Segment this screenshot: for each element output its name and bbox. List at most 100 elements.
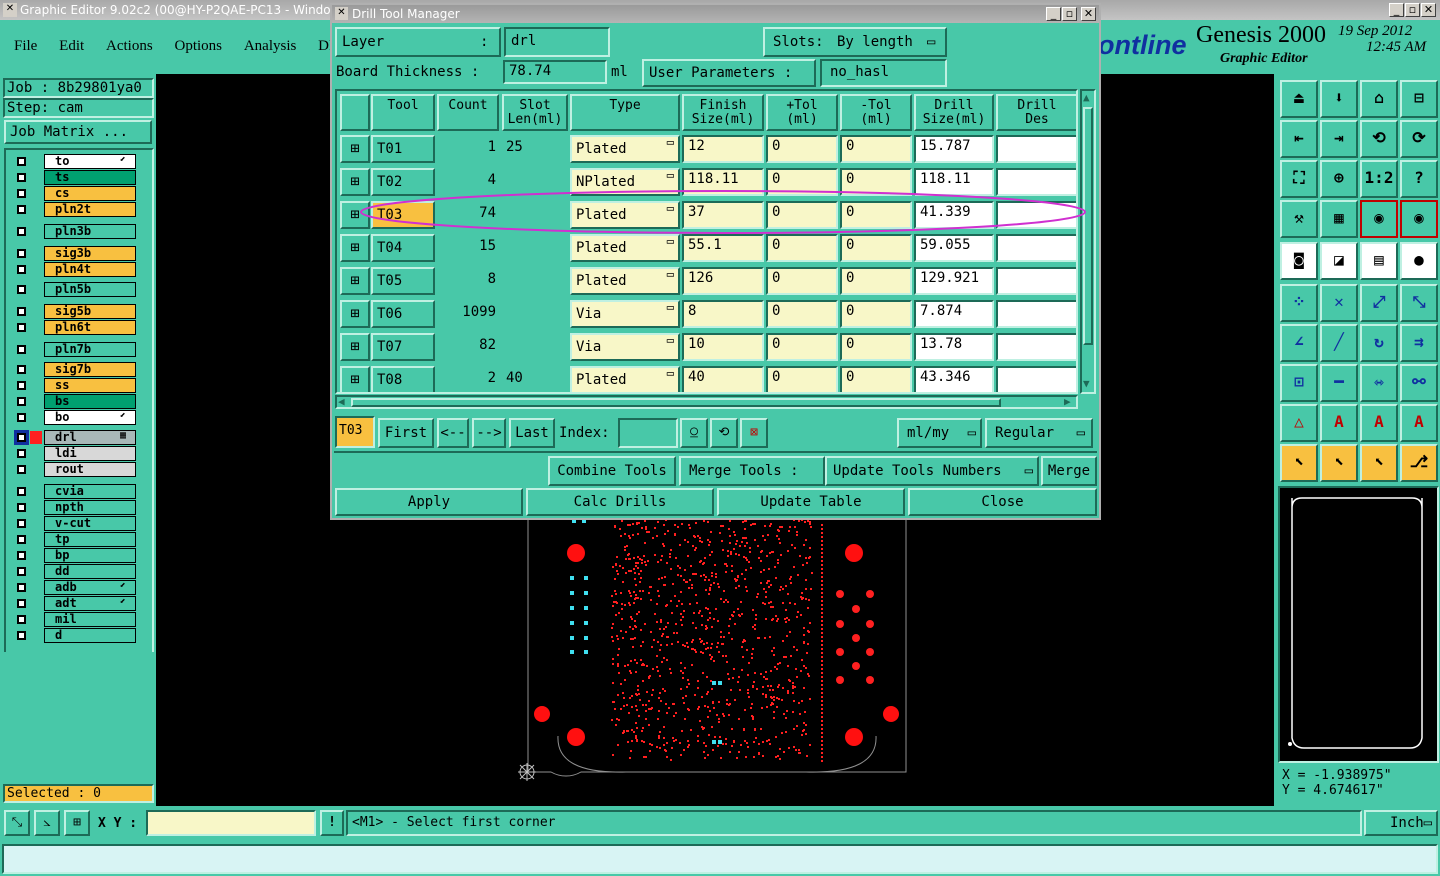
- shape-icon[interactable]: ◪: [1320, 242, 1358, 280]
- input-minus-tol[interactable]: 0: [840, 333, 912, 361]
- layer-checkbox[interactable]: [14, 580, 29, 595]
- layer-name[interactable]: sig5b: [44, 304, 136, 319]
- layer-checkbox[interactable]: [14, 628, 29, 643]
- layer-name[interactable]: npth: [44, 500, 136, 515]
- parallel-icon[interactable]: ⇉: [1400, 324, 1438, 362]
- close-icon[interactable]: ✕: [1421, 3, 1436, 17]
- layer-name[interactable]: bs: [44, 394, 136, 409]
- text-b-icon[interactable]: A: [1360, 404, 1398, 442]
- input-minus-tol[interactable]: 0: [840, 267, 912, 295]
- layer-checkbox[interactable]: [14, 320, 29, 335]
- layer-row[interactable]: pln2t: [14, 202, 136, 217]
- layer-checkbox[interactable]: [14, 500, 29, 515]
- layer-row[interactable]: pln4t: [14, 262, 136, 277]
- measure-icon[interactable]: ⇿: [1360, 364, 1398, 402]
- type-dropdown[interactable]: Plated: [570, 135, 680, 163]
- mode-select[interactable]: Regular ▭: [985, 418, 1093, 448]
- scale-icon[interactable]: 1:2: [1360, 160, 1398, 198]
- layer-row[interactable]: sig7b: [14, 362, 136, 377]
- layer-row[interactable]: d: [14, 628, 136, 643]
- text-a-icon[interactable]: A: [1320, 404, 1358, 442]
- user-params-button[interactable]: User Parameters :: [642, 59, 816, 87]
- cross-icon[interactable]: ✕: [1320, 284, 1358, 322]
- merge-button[interactable]: Merge: [1041, 456, 1097, 486]
- merge-tools-dropdown[interactable]: Update Tools Numbers ▭: [825, 456, 1039, 486]
- node-add-icon[interactable]: ⤡: [1400, 284, 1438, 322]
- layer-checkbox[interactable]: [14, 430, 29, 445]
- layer-row[interactable]: sig3b: [14, 246, 136, 261]
- next-button[interactable]: -->: [472, 418, 506, 448]
- layer-row[interactable]: pln3b: [14, 224, 136, 239]
- split-icon[interactable]: ⊟: [1400, 80, 1438, 118]
- scroll-left-icon[interactable]: ◀: [338, 395, 345, 408]
- table-vscrollbar[interactable]: ▲ ▼: [1080, 89, 1096, 394]
- layer-name[interactable]: pln3b: [44, 224, 136, 239]
- pointer-icon[interactable]: ⬉: [1280, 444, 1318, 482]
- type-dropdown[interactable]: Via: [570, 300, 680, 328]
- prev-button[interactable]: <--: [437, 418, 469, 448]
- layer-field[interactable]: drl: [504, 27, 610, 57]
- layer-name[interactable]: v-cut: [44, 516, 136, 531]
- layer-name[interactable]: rout: [44, 462, 136, 477]
- job-matrix-button[interactable]: Job Matrix ...: [4, 120, 152, 144]
- type-dropdown[interactable]: Via: [570, 333, 680, 361]
- select-icon[interactable]: ⬉: [1320, 444, 1358, 482]
- layer-name[interactable]: sig7b: [44, 362, 136, 377]
- user-params-field[interactable]: no_hasl: [820, 59, 947, 87]
- center-icon[interactable]: ⊕: [1320, 160, 1358, 198]
- type-dropdown[interactable]: Plated: [570, 366, 680, 392]
- layer-checkbox[interactable]: [14, 342, 29, 357]
- first-button[interactable]: First: [378, 418, 434, 448]
- input-plus-tol[interactable]: 0: [766, 300, 838, 328]
- delete-icon[interactable]: ⊠: [740, 418, 768, 448]
- maximize-icon[interactable]: ▫: [1405, 3, 1420, 17]
- input-drill-des[interactable]: [996, 267, 1076, 295]
- layer-checkbox[interactable]: [14, 304, 29, 319]
- layer-checkbox[interactable]: [14, 484, 29, 499]
- layer-name[interactable]: pln2t: [44, 202, 136, 217]
- input-finish-size[interactable]: 12: [682, 135, 764, 163]
- input-plus-tol[interactable]: 0: [766, 135, 838, 163]
- tool-button[interactable]: T08: [371, 366, 435, 392]
- layer-checkbox[interactable]: [14, 612, 29, 627]
- nodes-icon[interactable]: ⁘: [1280, 284, 1318, 322]
- locate-icon[interactable]: ⍜: [680, 418, 708, 448]
- units-dropdown[interactable]: Inch ▭: [1364, 810, 1438, 836]
- input-drill-des[interactable]: [996, 366, 1076, 392]
- layer-checkbox[interactable]: [14, 410, 29, 425]
- route-icon[interactable]: ⎇: [1400, 444, 1438, 482]
- ruler-icon[interactable]: ▤: [1360, 242, 1398, 280]
- layer-checkbox[interactable]: [14, 516, 29, 531]
- table-hscrollbar[interactable]: ◀ ▶: [335, 395, 1078, 409]
- input-finish-size[interactable]: 8: [682, 300, 764, 328]
- layer-row[interactable]: to ⬋: [14, 154, 136, 169]
- refresh-icon[interactable]: ⟲: [710, 418, 738, 448]
- layer-name[interactable]: ts: [44, 170, 136, 185]
- tool-button[interactable]: T01: [371, 135, 435, 163]
- slots-dropdown[interactable]: Slots: By length ▭: [763, 27, 947, 57]
- undo-icon[interactable]: ⟲: [1360, 120, 1398, 158]
- layer-name[interactable]: pln4t: [44, 262, 136, 277]
- command-line[interactable]: [2, 844, 1438, 874]
- home-icon[interactable]: ⏏: [1280, 80, 1318, 118]
- dialog-maximize-icon[interactable]: ▫: [1062, 7, 1077, 21]
- tool-button[interactable]: T06: [371, 300, 435, 328]
- input-finish-size[interactable]: 40: [682, 366, 764, 392]
- layer-row[interactable]: npth: [14, 500, 136, 515]
- layer-checkbox[interactable]: [14, 202, 29, 217]
- scroll-up-icon[interactable]: ▲: [1083, 91, 1090, 104]
- down-icon[interactable]: ⬇: [1320, 80, 1358, 118]
- mini-map[interactable]: [1278, 486, 1439, 763]
- layer-name[interactable]: cs: [44, 186, 136, 201]
- layer-checkbox[interactable]: [14, 362, 29, 377]
- input-minus-tol[interactable]: 0: [840, 300, 912, 328]
- thickness-field[interactable]: 78.74: [503, 60, 607, 84]
- layer-checkbox[interactable]: [14, 170, 29, 185]
- input-drill-size[interactable]: 13.78: [914, 333, 994, 361]
- layer-checkbox[interactable]: [14, 596, 29, 611]
- arc-icon[interactable]: ↻: [1360, 324, 1398, 362]
- layer-b-icon[interactable]: ◉: [1400, 200, 1438, 238]
- menu-analysis[interactable]: Analysis: [244, 38, 297, 54]
- layer-row[interactable]: dd: [14, 564, 136, 579]
- input-plus-tol[interactable]: 0: [766, 333, 838, 361]
